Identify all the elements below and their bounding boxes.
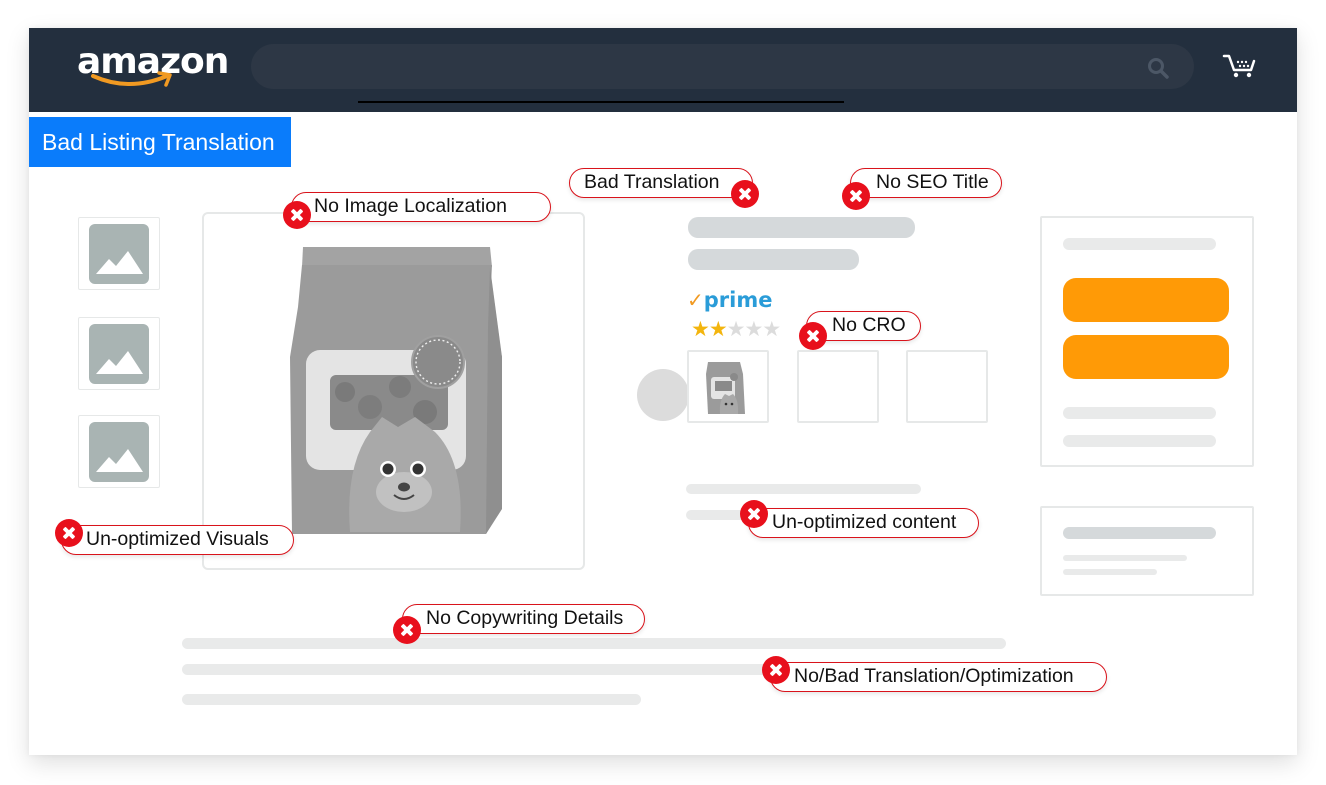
callout-bad-translation: Bad Translation <box>569 168 753 198</box>
description-placeholder-line <box>182 694 641 705</box>
star-rating[interactable]: ★★★★★ <box>691 318 781 341</box>
info-placeholder-line <box>1063 569 1157 575</box>
variation-option-3[interactable] <box>906 350 988 423</box>
info-placeholder-line <box>1063 555 1187 561</box>
thumbnail-2[interactable] <box>78 317 160 390</box>
callout-label: Un-optimized Visuals <box>86 528 269 550</box>
seller-info-box <box>1040 506 1254 596</box>
variation-option-2[interactable] <box>797 350 879 423</box>
image-placeholder-icon <box>89 224 149 284</box>
search-underline <box>358 101 844 103</box>
star-empty-icon: ★ <box>744 318 763 341</box>
callout-label: No/Bad Translation/Optimization <box>794 665 1074 687</box>
callout-label: Un-optimized content <box>772 511 957 533</box>
star-filled-icon: ★ <box>708 318 728 341</box>
prime-label: prime <box>703 288 773 312</box>
buybox-placeholder-line <box>1063 435 1216 447</box>
callout-no-copywriting-details: No Copywriting Details <box>402 604 645 634</box>
error-x-icon <box>842 182 870 210</box>
error-x-icon <box>740 500 768 528</box>
error-x-icon <box>731 180 759 208</box>
dog-food-bag-thumbnail <box>706 362 745 414</box>
star-empty-icon: ★ <box>726 318 746 341</box>
error-x-icon <box>799 322 827 350</box>
description-placeholder-line <box>182 638 1006 649</box>
error-x-icon <box>55 519 83 547</box>
callout-no-image-localization: No Image Localization <box>291 192 551 222</box>
search-icon[interactable] <box>1146 56 1170 80</box>
title-placeholder-line <box>688 217 915 238</box>
bad-listing-translation-banner: Bad Listing Translation <box>29 117 291 167</box>
amazon-smile-arrow-icon <box>91 71 172 87</box>
star-filled-icon: ★ <box>691 318 710 341</box>
thumbnail-1[interactable] <box>78 217 160 290</box>
color-swatch[interactable] <box>637 369 689 421</box>
callout-no-seo-title: No SEO Title <box>850 168 1002 198</box>
error-x-icon <box>283 201 311 229</box>
add-to-cart-button[interactable] <box>1063 278 1229 322</box>
cart-icon[interactable] <box>1222 53 1256 79</box>
image-placeholder-icon <box>89 422 149 482</box>
search-input[interactable] <box>251 44 1194 89</box>
title-placeholder-line <box>688 249 859 270</box>
star-empty-icon: ★ <box>762 318 781 341</box>
callout-label: Bad Translation <box>584 171 720 193</box>
error-x-icon <box>393 616 421 644</box>
prime-check-icon: ✓ <box>687 288 704 312</box>
prime-badge: ✓prime <box>687 286 772 314</box>
amazon-logo[interactable]: amazon <box>77 40 229 95</box>
content-placeholder-line <box>686 484 921 494</box>
image-placeholder-icon <box>89 324 149 384</box>
description-placeholder-line <box>182 664 782 675</box>
buybox-placeholder-line <box>1063 407 1216 419</box>
callout-no-bad-translation-optimization: No/Bad Translation/Optimization <box>770 662 1107 692</box>
callout-un-optimized-content: Un-optimized content <box>748 508 979 538</box>
thumbnail-3[interactable] <box>78 415 160 488</box>
info-placeholder-line <box>1063 527 1216 539</box>
error-x-icon <box>762 656 790 684</box>
callout-label: No SEO Title <box>876 171 989 193</box>
callout-un-optimized-visuals: Un-optimized Visuals <box>61 525 294 555</box>
callout-label: No CRO <box>832 314 906 336</box>
callout-label: No Copywriting Details <box>426 607 624 629</box>
dog-food-bag-image <box>290 247 502 534</box>
variation-option-1[interactable] <box>687 350 769 423</box>
price-placeholder-line <box>1063 238 1216 250</box>
callout-label: No Image Localization <box>314 195 507 217</box>
buy-now-button[interactable] <box>1063 335 1229 379</box>
